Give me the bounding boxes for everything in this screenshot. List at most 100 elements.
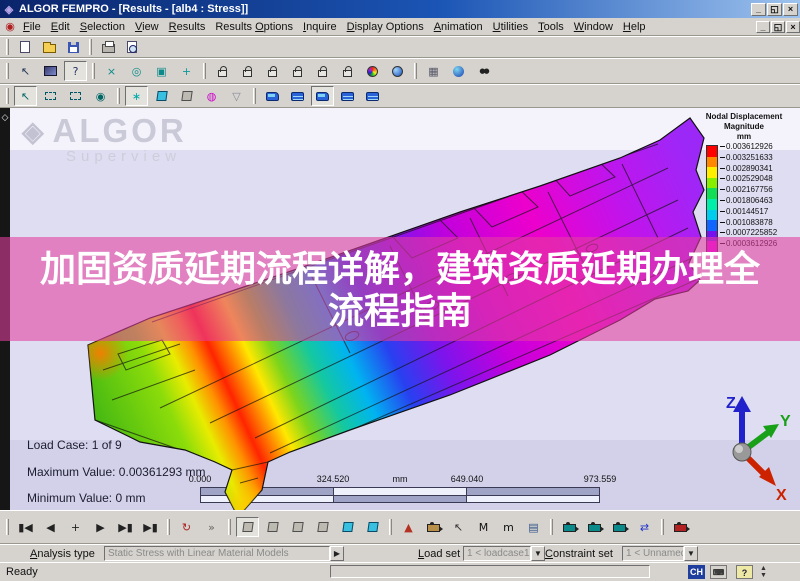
model-viewport[interactable]: ◇ ◈ ALGOR Superview Nodal Displacement M… [0, 108, 800, 510]
load-set-dropdown-button[interactable]: ▼ [531, 546, 545, 561]
analysis-type-field[interactable]: Static Stress with Linear Material Model… [104, 546, 330, 561]
toolbar-grip[interactable] [203, 63, 206, 79]
transfer-button[interactable]: ⇄ [633, 517, 656, 537]
select-polyline-button[interactable] [64, 86, 87, 106]
toolbar-grip[interactable] [389, 519, 392, 535]
last-frame-button[interactable]: ▶▮ [139, 517, 162, 537]
filter-selection-button[interactable]: ▽ [225, 86, 248, 106]
menu-item-tools[interactable]: Tools [533, 20, 569, 34]
select-pointer-button[interactable]: ↖ [14, 86, 37, 106]
spin-cw-button[interactable] [336, 517, 359, 537]
menu-item-animation[interactable]: Animation [429, 20, 488, 34]
lock-5-button[interactable] [311, 61, 334, 81]
menu-item-help[interactable]: Help [618, 20, 651, 34]
constraint-set-dropdown-button[interactable]: ▼ [684, 546, 698, 561]
rotate-view-button[interactable] [447, 61, 470, 81]
surface-mode-5-button[interactable] [361, 86, 384, 106]
menu-item-view[interactable]: View [130, 20, 164, 34]
find-button[interactable]: ●● [472, 61, 495, 81]
surface-mode-1-button[interactable] [261, 86, 284, 106]
lock-6-button[interactable] [336, 61, 359, 81]
surface-mode-3-button[interactable] [311, 86, 334, 106]
record-animation-button[interactable] [669, 517, 692, 537]
minimize-button[interactable]: _ [751, 2, 766, 16]
min-marker-button[interactable]: ▲ [397, 517, 420, 537]
min-label-button[interactable]: m [497, 517, 520, 537]
open-file-button[interactable] [38, 37, 60, 57]
print-preview-button[interactable] [121, 37, 143, 57]
pan-button[interactable]: + [175, 61, 198, 81]
menu-item-display-options[interactable]: Display Options [342, 20, 429, 34]
toolbar-grip[interactable] [228, 519, 231, 535]
ime-help-icon[interactable]: ? [736, 565, 753, 579]
surface-mode-4-button[interactable] [336, 86, 359, 106]
first-frame-button[interactable]: ▮◀ [14, 517, 37, 537]
ime-options-icon[interactable]: ▲ ▼ [760, 565, 767, 579]
snapshot-button[interactable] [422, 517, 445, 537]
display-vertices-button[interactable]: ∗ [125, 86, 148, 106]
save-file-button[interactable] [62, 37, 84, 57]
select-rectangle-button[interactable] [39, 86, 62, 106]
toolbar-grip[interactable] [6, 39, 9, 55]
select-circle-button[interactable]: ◉ [89, 86, 112, 106]
spin-ccw-button[interactable] [361, 517, 384, 537]
display-mesh-button[interactable]: ◍ [200, 86, 223, 106]
result-sphere-button[interactable] [386, 61, 409, 81]
toolbar-grip[interactable] [6, 88, 9, 104]
pointer-info-button[interactable]: ↖ [14, 61, 37, 81]
zoom-area-button[interactable]: ◎ [125, 61, 148, 81]
menu-item-selection[interactable]: Selection [75, 20, 130, 34]
probe-button[interactable]: ↖ [447, 517, 470, 537]
toolbar-grip[interactable] [92, 63, 95, 79]
lock-3-button[interactable] [261, 61, 284, 81]
menu-item-results[interactable]: Results [164, 20, 211, 34]
max-label-button[interactable]: M [472, 517, 495, 537]
new-file-button[interactable] [14, 37, 36, 57]
surface-mode-2-button[interactable] [286, 86, 309, 106]
analysis-type-spin-button[interactable]: ▶ [330, 546, 344, 561]
toolbar-grip[interactable] [414, 63, 417, 79]
ime-language-badge[interactable]: CH [688, 565, 705, 579]
lock-1-button[interactable] [211, 61, 234, 81]
close-button[interactable]: × [783, 2, 798, 16]
print-button[interactable] [97, 37, 119, 57]
restore-button[interactable]: ◱ [767, 2, 782, 16]
display-solid-button[interactable] [175, 86, 198, 106]
context-help-button[interactable]: ? [64, 61, 87, 81]
toolbar-grip[interactable] [117, 88, 120, 104]
step-back-button[interactable]: ◀ [39, 517, 62, 537]
toolbar-grip[interactable] [253, 88, 256, 104]
keyboard-icon[interactable]: ⌨ [710, 565, 727, 579]
menu-item-utilities[interactable]: Utilities [488, 20, 533, 34]
toolbar-grip[interactable] [6, 519, 9, 535]
goto-frame-button[interactable]: + [64, 517, 87, 537]
menu-item-file[interactable]: File [18, 20, 46, 34]
toolbar-grip[interactable] [89, 39, 92, 55]
shaded-sphere-button[interactable] [361, 61, 384, 81]
child-minimize-button[interactable]: _ [756, 20, 770, 33]
toolbar-grip[interactable] [6, 63, 9, 79]
lock-4-button[interactable] [286, 61, 309, 81]
zoom-fit-button[interactable]: ▣ [150, 61, 173, 81]
display-surfaces-button[interactable] [150, 86, 173, 106]
display-settings-button[interactable] [39, 61, 62, 81]
toolbar-grip[interactable] [167, 519, 170, 535]
child-restore-button[interactable]: ◱ [771, 20, 785, 33]
child-close-button[interactable]: × [786, 20, 800, 33]
menu-item-results-options[interactable]: Results Options [210, 20, 298, 34]
rotate-model-z-button[interactable] [286, 517, 309, 537]
dither-display-button[interactable]: ▦ [422, 61, 445, 81]
rotate-model-free-button[interactable] [311, 517, 334, 537]
lock-2-button[interactable] [236, 61, 259, 81]
menu-item-window[interactable]: Window [569, 20, 618, 34]
video-2-button[interactable] [583, 517, 606, 537]
rotate-model-x-button[interactable] [236, 517, 259, 537]
toolbar-grip[interactable] [661, 519, 664, 535]
constraint-set-select[interactable]: 1 < Unnamed > [622, 546, 684, 561]
video-1-button[interactable] [558, 517, 581, 537]
deselect-all-button[interactable]: × [100, 61, 123, 81]
load-set-select[interactable]: 1 < loadcase1 > [463, 546, 531, 561]
toolbar-grip[interactable] [550, 519, 553, 535]
fast-forward-button[interactable]: » [200, 517, 223, 537]
video-3-button[interactable] [608, 517, 631, 537]
